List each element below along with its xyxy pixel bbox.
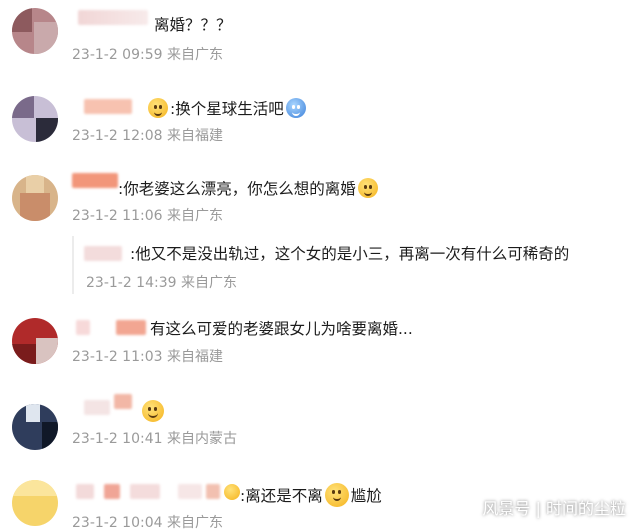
comment-text: :换个星球生活吧 [170, 98, 308, 119]
username-blurred[interactable] [130, 484, 160, 499]
comment-item: 23-1-2 10:41 来自内蒙古 [0, 390, 640, 460]
comment-text: 离婚？？？ [154, 16, 232, 34]
username-blurred[interactable] [84, 99, 132, 114]
comment-item: :换个星球生活吧 23-1-2 12:08 来自福建 [0, 85, 640, 155]
think-emoji-icon [324, 483, 349, 507]
comment-meta: 23-1-2 11:06 来自广东 [72, 208, 223, 224]
comment-meta: 23-1-2 10:04 来自广东 [72, 515, 223, 531]
username-blurred[interactable] [76, 320, 90, 335]
username-blurred[interactable] [72, 173, 118, 188]
reply-item: :他又不是没出轨过，这个女的是小三，再离一次有什么可稀奇的 23-1-2 14:… [0, 236, 640, 296]
comment-text: :离还是不离 尴尬 [240, 483, 382, 507]
comment-meta: 23-1-2 12:08 来自福建 [72, 128, 223, 144]
comment-text: 有这么可爱的老婆跟女儿为啥要离婚... [150, 320, 413, 338]
hug-emoji-icon [357, 178, 378, 198]
comment-text-content: :你老婆这么漂亮，你怎么想的离婚 [118, 180, 356, 198]
username-blurred[interactable] [114, 394, 132, 409]
username-blurred[interactable] [206, 484, 220, 499]
laugh-cry-emoji-icon [142, 400, 164, 422]
avatar[interactable] [12, 96, 58, 142]
blue-bird-emoji-icon [285, 98, 306, 118]
avatar[interactable] [12, 318, 58, 364]
avatar[interactable] [12, 480, 58, 526]
avatar[interactable] [12, 8, 58, 54]
comment-text: :你老婆这么漂亮，你怎么想的离婚 [118, 178, 380, 199]
comment-item: 有这么可爱的老婆跟女儿为啥要离婚... 23-1-2 11:03 来自福建 [0, 310, 640, 380]
crown-emoji-icon [224, 484, 240, 500]
username-blurred[interactable] [104, 484, 120, 499]
comment-text-content: :换个星球生活吧 [170, 100, 284, 118]
comment-text-content: :离还是不离 [240, 487, 323, 505]
comment-text-suffix: 尴尬 [350, 487, 382, 505]
comment-meta: 23-1-2 10:41 来自内蒙古 [72, 431, 237, 447]
avatar[interactable] [12, 175, 58, 221]
comment-meta: 23-1-2 09:59 来自广东 [72, 47, 223, 63]
avatar[interactable] [12, 404, 58, 450]
watermark: 风景号 | 时间的尘粒 [482, 499, 626, 518]
username-blurred[interactable] [178, 484, 202, 499]
crown-emoji-icon [148, 98, 168, 118]
comment-item: 离婚？？？ 23-1-2 09:59 来自广东 [0, 0, 640, 75]
reply-text: :他又不是没出轨过，这个女的是小三，再离一次有什么可稀奇的 [130, 245, 570, 263]
username-blurred[interactable] [116, 320, 146, 335]
username-blurred[interactable] [84, 246, 122, 261]
username-blurred[interactable] [84, 400, 110, 415]
reply-meta: 23-1-2 14:39 来自广东 [86, 275, 237, 291]
username-blurred[interactable] [78, 10, 148, 25]
username-blurred[interactable] [76, 484, 94, 499]
comment-item: :你老婆这么漂亮，你怎么想的离婚 23-1-2 11:06 来自广东 [0, 165, 640, 235]
comment-meta: 23-1-2 11:03 来自福建 [72, 349, 223, 365]
